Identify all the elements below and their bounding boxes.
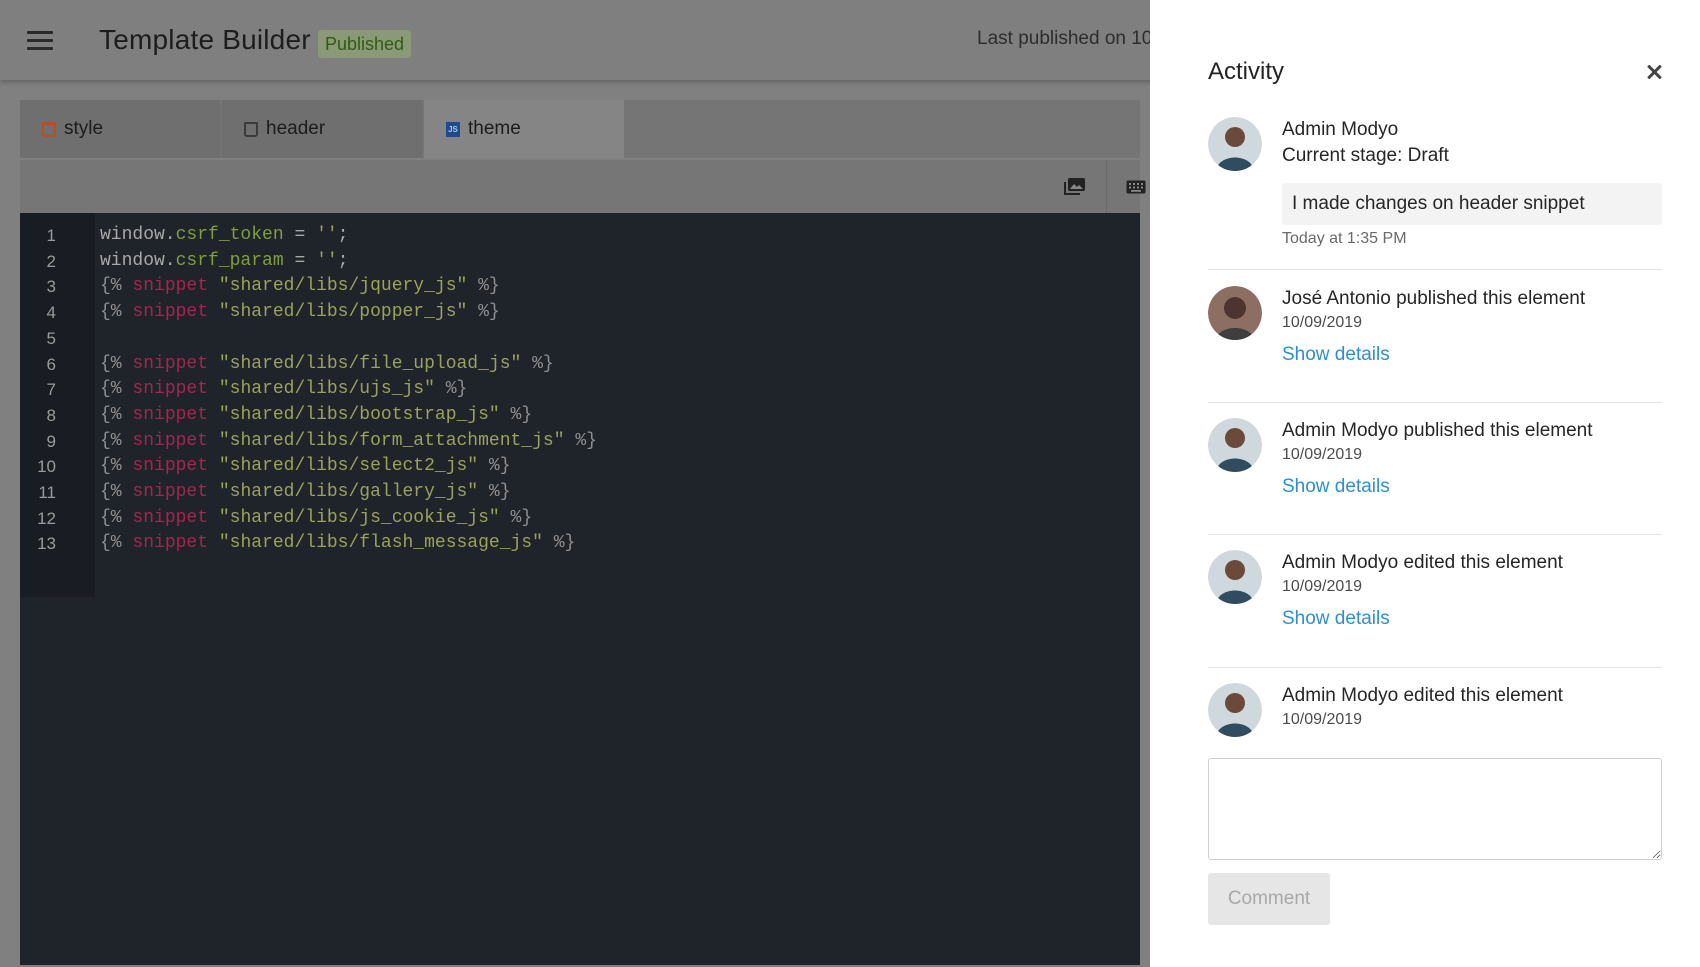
code-line: 6 {% snippet "shared/libs/file_upload_js"… <box>20 352 597 378</box>
line-number: 2 <box>46 251 56 271</box>
entry-author: Admin Modyo <box>1282 119 1399 140</box>
line-number: 5 <box>46 328 56 348</box>
entry-author: Admin Modyo edited this element <box>1282 685 1563 706</box>
js-file-icon: JS <box>446 121 460 137</box>
code-line: 7 {% snippet "shared/libs/ujs_js" %} <box>20 377 597 403</box>
code-text: {% snippet "shared/libs/popper_js" %} <box>100 302 500 323</box>
show-details-link[interactable]: Show details <box>1282 608 1390 630</box>
entry-date: 10/09/2019 <box>1282 314 1363 331</box>
html-file-icon <box>244 121 258 137</box>
code-line: 2 window.csrf_param = ''; <box>20 249 597 275</box>
media-library-button[interactable] <box>1046 160 1104 213</box>
comment-input[interactable] <box>1208 758 1662 860</box>
last-published-text: Last published on 10 <box>977 28 1153 49</box>
comment-button[interactable]: Comment <box>1208 873 1330 925</box>
keyboard-icon <box>1126 180 1145 193</box>
entry-author: José Antonio published this element <box>1282 288 1586 309</box>
page-title: Template Builder <box>99 24 311 55</box>
line-number: 12 <box>37 508 56 528</box>
code-line: 3 {% snippet "shared/libs/jquery_js" %} <box>20 274 597 300</box>
code-line: 13 {% snippet "shared/libs/flash_message_… <box>20 531 597 557</box>
code-text: {% snippet "shared/libs/file_upload_js" … <box>100 353 554 374</box>
editor-toolbar <box>20 160 1145 213</box>
line-number: 4 <box>46 303 56 323</box>
tab-theme[interactable]: JS theme <box>424 100 624 158</box>
menu-icon[interactable] <box>27 31 53 51</box>
entry-date: 10/09/2019 <box>1282 578 1363 595</box>
line-number: 1 <box>46 226 56 245</box>
css-file-icon <box>42 121 56 137</box>
line-number: 13 <box>37 534 56 554</box>
code-line: 1 window.csrf_token = ''; <box>20 223 597 249</box>
tab-label: theme <box>468 118 521 139</box>
code-text: window.csrf_param = ''; <box>100 250 349 271</box>
file-tabs: style header JS theme <box>20 100 1140 158</box>
line-number: 10 <box>37 457 56 477</box>
entry-stage: Current stage: Draft <box>1282 145 1449 166</box>
activity-title: Activity <box>1208 58 1285 85</box>
code-text: {% snippet "shared/libs/jquery_js" %} <box>100 276 500 297</box>
code-text: {% snippet "shared/libs/form_attachment_… <box>100 430 597 451</box>
divider <box>1208 667 1662 668</box>
entry-author: Admin Modyo published this element <box>1282 420 1593 441</box>
code-lines: 1 window.csrf_token = ''; 2 window.csrf_par… <box>20 223 597 557</box>
tab-style[interactable]: style <box>20 100 220 158</box>
code-text: {% snippet "shared/libs/js_cookie_js" %} <box>100 507 533 528</box>
status-badge: Published <box>318 30 412 58</box>
line-number: 3 <box>46 277 56 297</box>
code-editor[interactable]: 1 window.csrf_token = ''; 2 window.csrf_par… <box>20 213 1140 965</box>
avatar <box>1208 117 1262 171</box>
close-icon[interactable] <box>1644 62 1664 82</box>
entry-date: 10/09/2019 <box>1282 446 1363 463</box>
code-line: 9 {% snippet "shared/libs/form_attachment… <box>20 429 597 455</box>
divider <box>1208 402 1662 403</box>
tab-header[interactable]: header <box>222 100 422 158</box>
tab-label: style <box>64 118 104 139</box>
line-number: 8 <box>46 405 56 425</box>
code-line: 5 <box>20 326 597 352</box>
entry-date: 10/09/2019 <box>1282 711 1363 728</box>
code-text: {% snippet "shared/libs/select2_js" %} <box>100 456 511 477</box>
line-number: 6 <box>46 354 56 374</box>
entry-timestamp: Today at 1:35 PM <box>1282 230 1407 247</box>
comment-text: I made changes on header snippet <box>1282 183 1662 225</box>
line-number: 7 <box>46 380 56 400</box>
code-line: 8 {% snippet "shared/libs/bootstrap_js" %… <box>20 403 597 429</box>
divider <box>1208 534 1662 535</box>
code-text: {% snippet "shared/libs/ujs_js" %} <box>100 379 468 400</box>
code-line: 12 {% snippet "shared/libs/js_cookie_js" … <box>20 506 597 532</box>
code-text: window.csrf_token = ''; <box>100 225 349 245</box>
avatar <box>1208 683 1262 737</box>
activity-panel: Activity Admin Modyo Current stage: Draf… <box>1150 0 1700 967</box>
code-line: 4 {% snippet "shared/libs/popper_js" %} <box>20 300 597 326</box>
avatar <box>1208 550 1262 604</box>
line-number: 9 <box>46 431 56 451</box>
code-text: {% snippet "shared/libs/bootstrap_js" %} <box>100 404 533 425</box>
show-details-link[interactable]: Show details <box>1282 344 1390 366</box>
tab-label: header <box>266 118 326 139</box>
line-number: 11 <box>38 483 56 503</box>
show-details-link[interactable]: Show details <box>1282 476 1390 498</box>
code-text: {% snippet "shared/libs/flash_message_js… <box>100 533 576 554</box>
code-line: 10 {% snippet "shared/libs/select2_js" %} <box>20 454 597 480</box>
avatar <box>1208 286 1262 340</box>
code-line: 11 {% snippet "shared/libs/gallery_js" %} <box>20 480 597 506</box>
divider <box>1208 269 1662 270</box>
entry-author: Admin Modyo edited this element <box>1282 552 1563 573</box>
code-text: {% snippet "shared/libs/gallery_js" %} <box>100 482 511 503</box>
media-library-icon <box>1064 177 1085 195</box>
avatar <box>1208 418 1262 472</box>
